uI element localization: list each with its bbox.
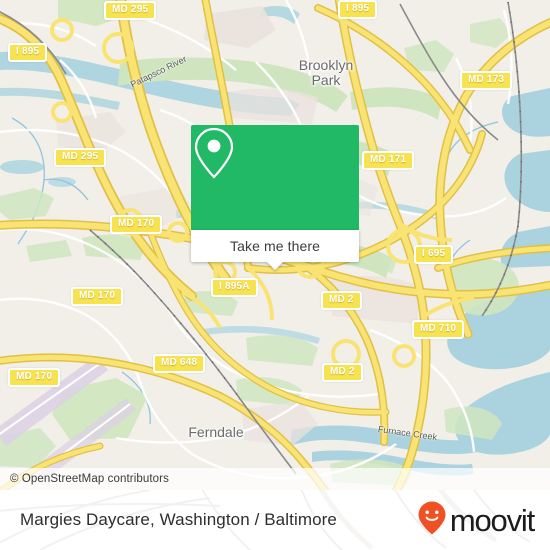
highway-shield: I 695 <box>414 245 454 264</box>
highway-shield: MD 173 <box>460 71 513 90</box>
moovit-wordmark: moovit <box>449 502 535 538</box>
highway-shield: MD 710 <box>412 320 465 339</box>
highway-shield: MD 295 <box>104 1 157 20</box>
popup-action[interactable]: Take me there <box>191 230 359 270</box>
highway-shield: MD 2 <box>321 291 362 310</box>
highway-shield: MD 648 <box>153 354 206 373</box>
highway-shield: MD 170 <box>8 368 61 387</box>
highway-shield: I 895 <box>338 0 378 19</box>
highway-shield: I 895A <box>211 278 258 297</box>
map-attribution-bar: © OpenStreetMap contributors <box>0 468 550 490</box>
moovit-brand[interactable]: moovit <box>417 490 535 550</box>
moovit-smiley-pin-icon <box>417 500 447 541</box>
highway-shield: MD 171 <box>362 151 415 170</box>
popup-action-label: Take me there <box>229 238 320 254</box>
map-canvas[interactable]: Brooklyn Park Ferndale Patapsco River Fu… <box>0 0 550 490</box>
footer-bar: Margies Daycare, Washington / Baltimore … <box>0 490 550 550</box>
page-title: Margies Daycare, Washington / Baltimore <box>20 510 337 529</box>
attribution-text[interactable]: © OpenStreetMap contributors <box>0 473 169 485</box>
highway-shield: I 895 <box>8 43 48 62</box>
map-screenshot: Brooklyn Park Ferndale Patapsco River Fu… <box>0 0 550 550</box>
popup-header <box>191 125 359 230</box>
highway-shield: MD 295 <box>54 148 107 167</box>
popup-tail <box>266 261 284 270</box>
highway-shield: MD 2 <box>322 363 363 382</box>
highway-shield: MD 170 <box>71 287 124 306</box>
highway-shield: MD 170 <box>110 215 163 234</box>
location-popup[interactable]: Take me there <box>191 125 359 270</box>
